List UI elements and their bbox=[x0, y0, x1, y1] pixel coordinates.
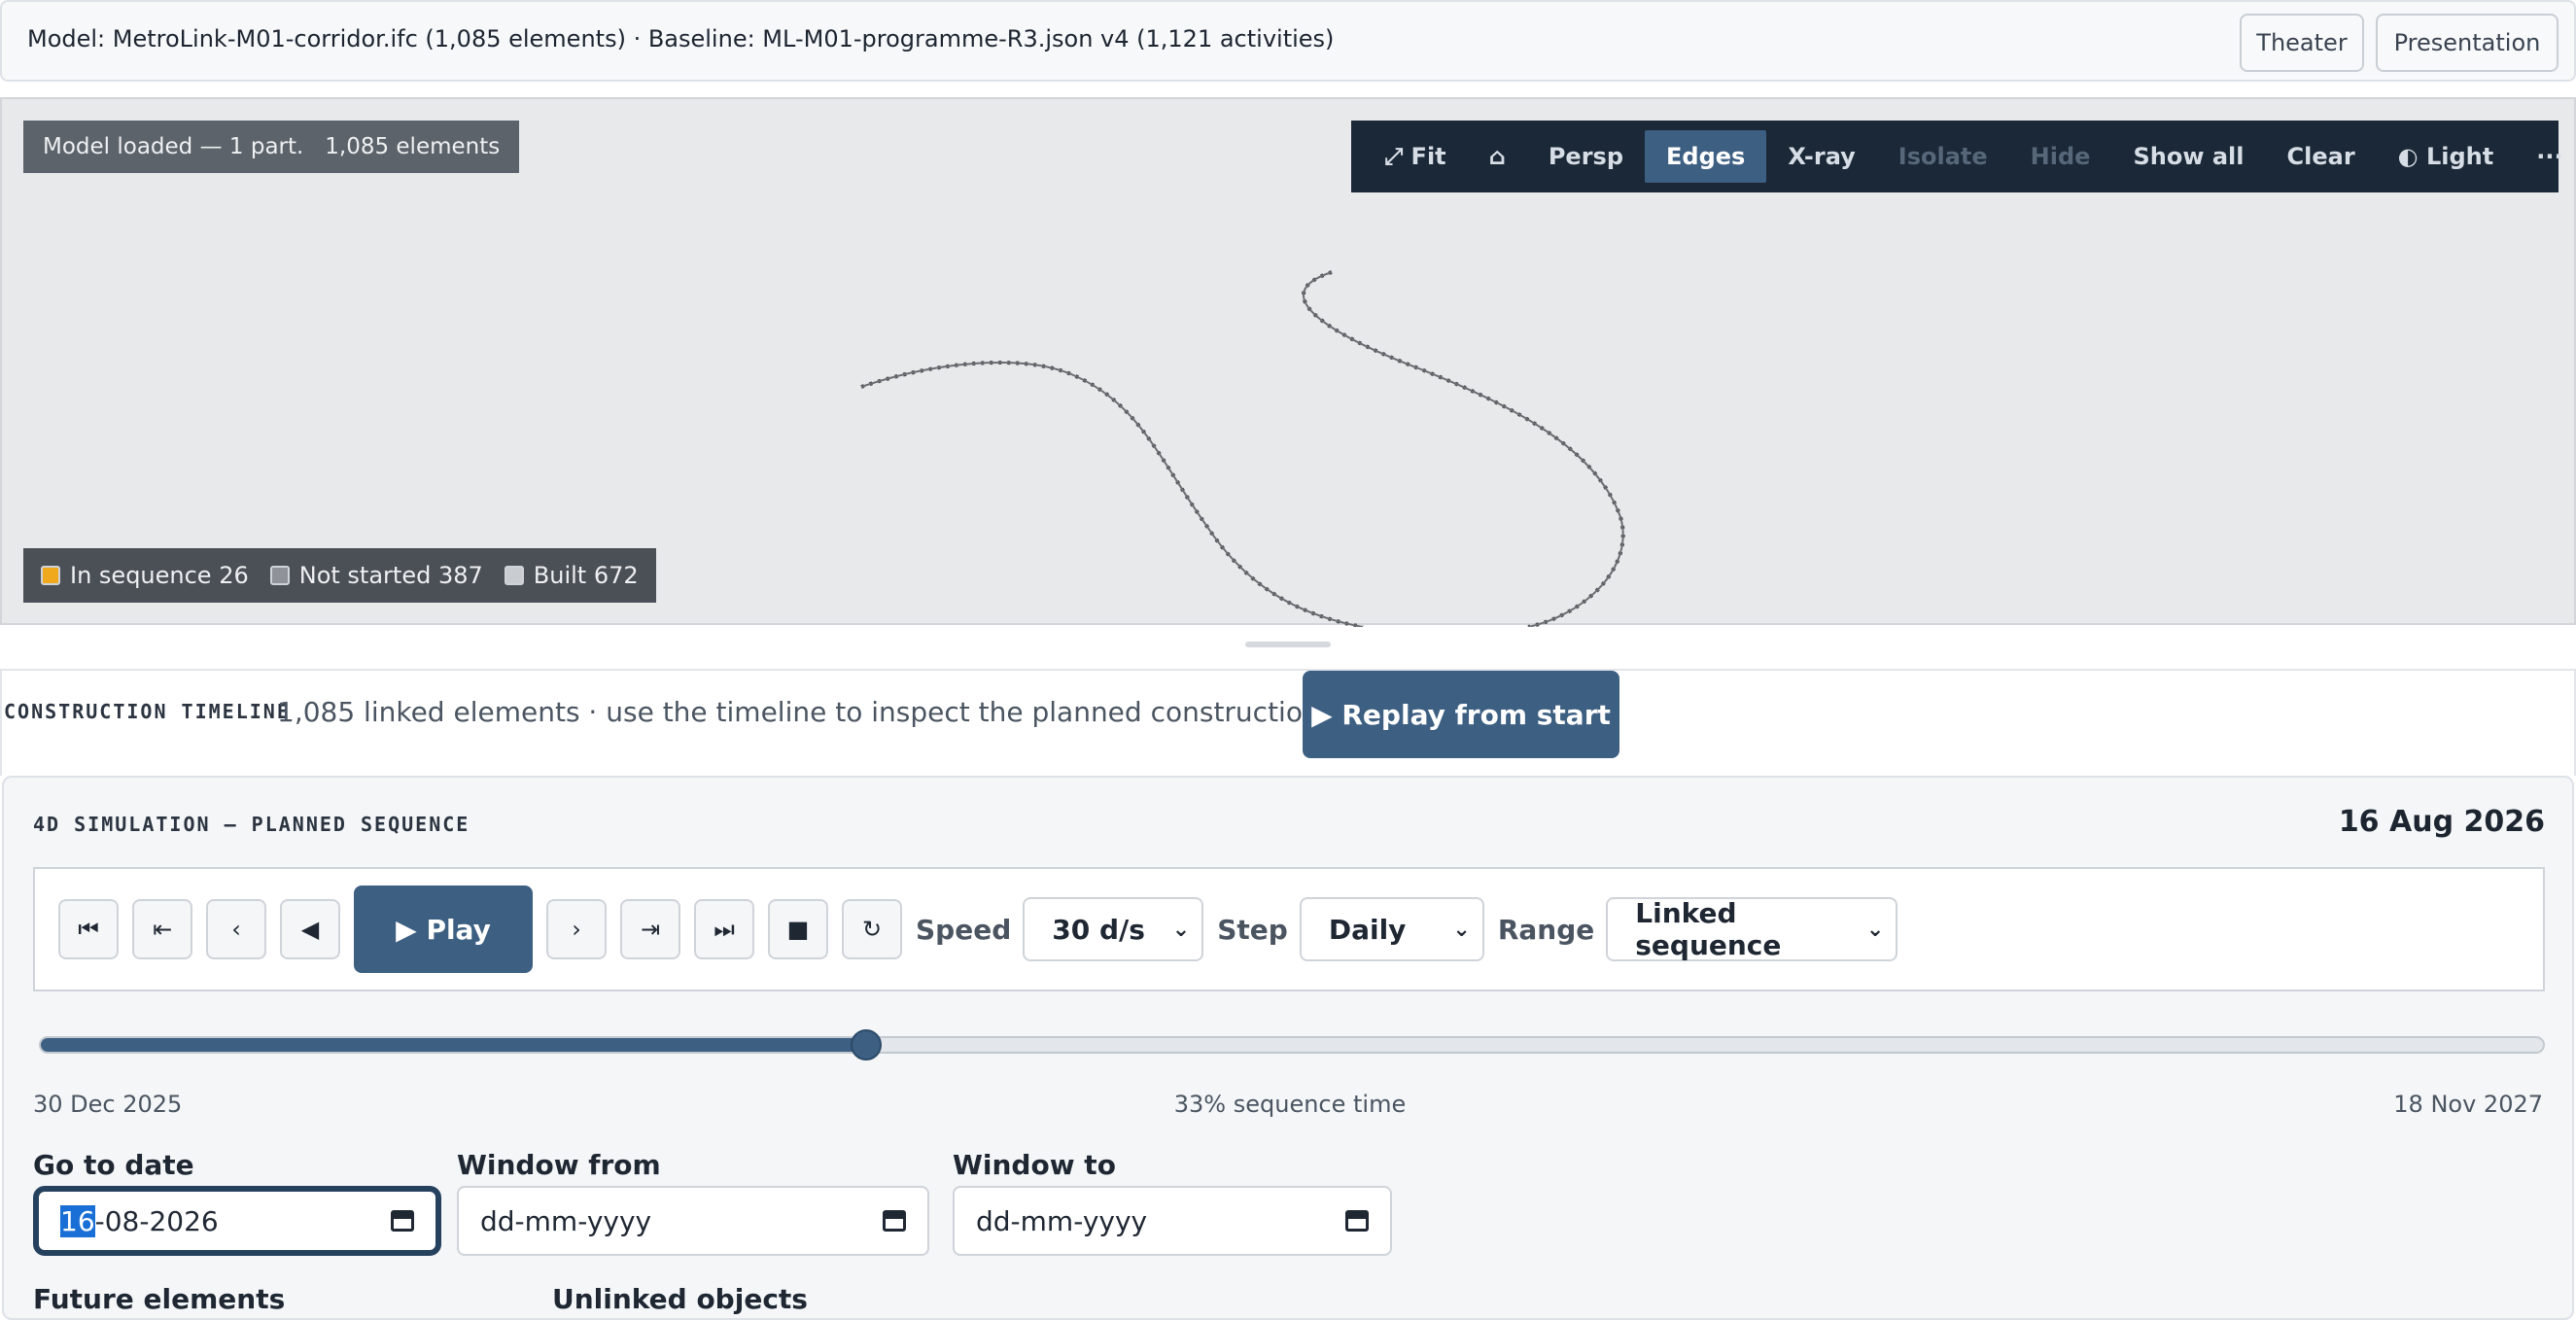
more-icon[interactable]: ··· bbox=[2515, 130, 2576, 183]
date-rest-segment[interactable]: -08-2026 bbox=[95, 1205, 219, 1237]
timeline-slider-thumb[interactable] bbox=[851, 1029, 883, 1060]
window-from-input[interactable]: dd-mm-yyyy bbox=[457, 1186, 929, 1256]
range-end-date: 18 Nov 2027 bbox=[2393, 1091, 2543, 1118]
fit-button[interactable]: ⤢ Fit bbox=[1363, 130, 1468, 183]
stop-icon[interactable]: ■ bbox=[768, 899, 828, 959]
construction-timeline: CONSTRUCTION TIMELINE 1,085 linked eleme… bbox=[0, 669, 2576, 776]
chevron-down-icon: ⌄ bbox=[1171, 917, 1191, 942]
legend-in-sequence: In sequence 26 bbox=[41, 562, 249, 589]
legend-built: Built 672 bbox=[504, 562, 639, 589]
window-to-input[interactable]: dd-mm-yyyy bbox=[953, 1186, 1392, 1256]
calendar-icon[interactable] bbox=[1345, 1210, 1369, 1232]
step-back-icon[interactable]: ‹ bbox=[206, 899, 266, 959]
step-select[interactable]: Daily ⌄ bbox=[1299, 897, 1484, 961]
simulation-panel: 4D SIMULATION — PLANNED SEQUENCE 16 Aug … bbox=[2, 776, 2574, 1320]
theater-button[interactable]: Theater bbox=[2240, 14, 2364, 72]
show-all-button[interactable]: Show all bbox=[2111, 130, 2265, 183]
model-loaded-badge: Model loaded — 1 part. 1,085 elements bbox=[23, 121, 520, 173]
go-to-date-input[interactable]: 16-08-2026 bbox=[33, 1186, 441, 1256]
window-from-label: Window from bbox=[457, 1149, 661, 1181]
last-frame-icon[interactable]: ⏭ bbox=[694, 899, 754, 959]
playback-controls: ⏮ ⇤ ‹ ◀ ▶ Play › ⇥ ⏭ ■ ↻ Speed 30 d/s ⌄ … bbox=[33, 867, 2545, 991]
range-select[interactable]: Linked sequence ⌄ bbox=[1606, 897, 1898, 961]
jump-forward-icon[interactable]: ⇥ bbox=[620, 899, 680, 959]
timeline-slider[interactable] bbox=[39, 1029, 2545, 1060]
built-swatch bbox=[504, 566, 524, 585]
date-day-segment[interactable]: 16 bbox=[60, 1204, 95, 1237]
go-to-date-label: Go to date bbox=[33, 1149, 194, 1181]
edges-button[interactable]: Edges bbox=[1645, 130, 1767, 183]
jump-back-icon[interactable]: ⇤ bbox=[132, 899, 192, 959]
step-label: Step bbox=[1217, 913, 1288, 946]
speed-label: Speed bbox=[916, 913, 1012, 946]
not-started-swatch bbox=[269, 566, 290, 585]
range-label: Range bbox=[1497, 913, 1595, 946]
model-title: Model: MetroLink-M01-corridor.ifc (1,085… bbox=[27, 25, 1335, 52]
timeline-slider-fill bbox=[41, 1038, 867, 1052]
model-viewer[interactable]: Model loaded — 1 part. 1,085 elements ⤢ … bbox=[0, 97, 2576, 627]
sequence-progress-text: 33% sequence time bbox=[1173, 1091, 1407, 1118]
clear-button[interactable]: Clear bbox=[2266, 130, 2377, 183]
unlinked-objects-label: Unlinked objects bbox=[552, 1283, 808, 1315]
panel-resize-handle[interactable] bbox=[1245, 642, 1331, 647]
step-forward-icon[interactable]: › bbox=[546, 899, 607, 959]
viewer-toolbar: ⤢ Fit ⌂ Persp Edges X-ray Isolate Hide S… bbox=[1351, 121, 2563, 192]
window-to-label: Window to bbox=[953, 1149, 1116, 1181]
timeline-description: 1,085 linked elements · use the timeline… bbox=[277, 696, 1407, 728]
timeline-section-label: CONSTRUCTION TIMELINE bbox=[4, 700, 291, 723]
reverse-icon[interactable]: ◀ bbox=[280, 899, 340, 959]
simulation-section-label: 4D SIMULATION — PLANNED SEQUENCE bbox=[33, 813, 470, 836]
replay-from-start-button[interactable]: ▶ Replay from start bbox=[1303, 671, 1619, 758]
model-header: Model: MetroLink-M01-corridor.ifc (1,085… bbox=[0, 0, 2576, 82]
play-button[interactable]: ▶ Play bbox=[354, 886, 533, 973]
status-legend: In sequence 26 Not started 387 Built 672 bbox=[23, 548, 656, 603]
future-elements-label: Future elements bbox=[33, 1283, 286, 1315]
first-frame-icon[interactable]: ⏮ bbox=[58, 899, 119, 959]
xray-button[interactable]: X-ray bbox=[1766, 130, 1876, 183]
light-theme-button[interactable]: ◐ Light bbox=[2377, 130, 2516, 183]
home-icon[interactable]: ⌂ bbox=[1468, 130, 1527, 183]
calendar-icon[interactable] bbox=[391, 1210, 414, 1232]
current-date: 16 Aug 2026 bbox=[2338, 805, 2545, 839]
in-sequence-swatch bbox=[41, 566, 60, 585]
perspective-button[interactable]: Persp bbox=[1527, 130, 1645, 183]
hide-button[interactable]: Hide bbox=[2009, 130, 2112, 183]
speed-select[interactable]: 30 d/s ⌄ bbox=[1023, 897, 1204, 961]
presentation-button[interactable]: Presentation bbox=[2376, 14, 2559, 72]
loop-icon[interactable]: ↻ bbox=[842, 899, 902, 959]
legend-not-started: Not started 387 bbox=[269, 562, 483, 589]
isolate-button[interactable]: Isolate bbox=[1877, 130, 2009, 183]
chevron-down-icon: ⌄ bbox=[1865, 917, 1885, 942]
calendar-icon[interactable] bbox=[883, 1210, 906, 1232]
chevron-down-icon: ⌄ bbox=[1452, 917, 1471, 942]
